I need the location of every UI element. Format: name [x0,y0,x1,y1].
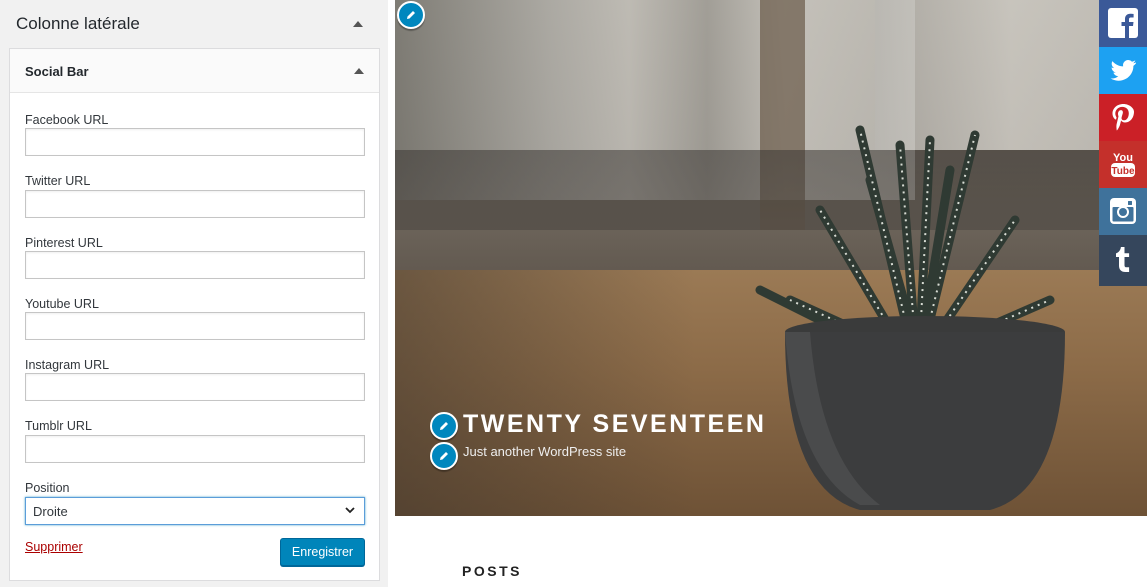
instagram-button[interactable] [1099,188,1147,235]
tumblr-button[interactable] [1099,235,1147,286]
twitter-icon [1110,60,1136,81]
section-header[interactable]: Colonne latérale [0,0,388,48]
pencil-icon [407,11,415,19]
instagram-url-label: Instagram URL [25,358,110,372]
edit-tagline-shortcut[interactable] [430,442,458,470]
svg-text:You: You [1113,152,1133,164]
pencil-icon [440,422,448,430]
customizer-panel: Colonne latérale Social Bar Facebook URL… [0,0,388,587]
tumblr-icon [1116,247,1130,272]
pinterest-icon [1112,104,1135,131]
facebook-url-input[interactable] [25,128,365,156]
twitter-button[interactable] [1099,47,1147,94]
social-bar: You Tube [1099,0,1147,286]
facebook-url-label: Facebook URL [25,113,109,127]
chevron-down-icon [345,507,355,514]
widget-header[interactable]: Social Bar [10,49,379,93]
pencil-icon [440,452,448,460]
facebook-icon [1108,8,1138,39]
position-label: Position [25,481,70,495]
youtube-url-input[interactable] [25,312,365,340]
potted-plant-illustration [755,125,1065,510]
site-tagline: Just another WordPress site [463,444,627,459]
edit-site-title-shortcut[interactable] [430,412,458,440]
position-selected-value: Droite [33,504,68,519]
instagram-icon [1110,198,1136,224]
site-title[interactable]: TWENTY SEVENTEEN [463,410,766,439]
section-title: Colonne latérale [16,14,140,33]
youtube-icon: You Tube [1111,152,1135,177]
twitter-url-input[interactable] [25,190,365,218]
youtube-button[interactable]: You Tube [1099,141,1147,188]
posts-heading: POSTS [462,563,522,579]
pinterest-url-input[interactable] [25,251,365,279]
edit-header-shortcut[interactable] [397,1,425,29]
tumblr-url-label: Tumblr URL [25,419,92,433]
save-button[interactable]: Enregistrer [280,538,365,566]
pinterest-button[interactable] [1099,94,1147,141]
delete-link[interactable]: Supprimer [25,540,83,554]
tumblr-url-input[interactable] [25,435,365,463]
collapse-arrow-icon[interactable] [354,68,364,74]
twitter-url-label: Twitter URL [25,174,91,188]
position-select[interactable]: Droite [25,497,365,525]
social-bar-widget: Social Bar Facebook URL Twitter URL Pint… [9,48,380,581]
youtube-url-label: Youtube URL [25,297,99,311]
svg-text:Tube: Tube [1111,166,1135,177]
collapse-arrow-icon[interactable] [353,21,363,27]
pinterest-url-label: Pinterest URL [25,236,103,250]
table-shade [395,270,695,516]
instagram-url-input[interactable] [25,373,365,401]
panel-divider [388,0,395,587]
widget-title: Social Bar [25,64,89,79]
facebook-button[interactable] [1099,0,1147,47]
